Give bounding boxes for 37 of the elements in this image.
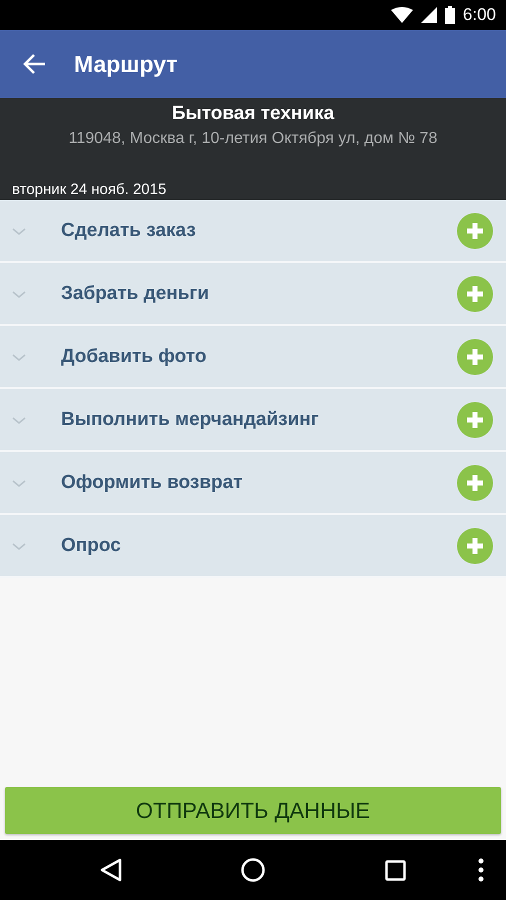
plus-icon [465,284,485,304]
action-row[interactable]: Сделать заказ [0,200,506,261]
add-button[interactable] [457,276,493,312]
plus-icon [465,536,485,556]
action-label: Забрать деньги [61,282,210,304]
action-label: Сделать заказ [61,220,197,242]
action-row[interactable]: Забрать деньги [0,263,506,324]
action-label: Добавить фото [61,346,208,368]
action-label: Выполнить мерчандайзинг [61,408,320,430]
action-row[interactable]: Выполнить мерчандайзинг [0,389,506,450]
plus-icon [465,472,485,492]
overflow-menu-button[interactable] [478,858,484,882]
action-label: Оформить возврат [61,472,244,494]
battery-icon [444,6,455,24]
send-data-button[interactable]: ОТПРАВИТЬ ДАННЫЕ [5,787,501,834]
store-name: Бытовая техника [172,103,334,125]
status-time: 6:00 [462,5,496,25]
add-button[interactable] [457,212,493,248]
plus-icon [465,346,485,366]
add-button[interactable] [457,464,493,500]
home-nav-button[interactable] [241,858,265,882]
store-address: 119048, Москва г, 10-летия Октября ул, дом № 78 [68,130,438,148]
add-button[interactable] [457,402,493,438]
add-button[interactable] [457,528,493,564]
action-row[interactable]: Оформить возврат [0,452,506,513]
recents-nav-button[interactable] [385,860,406,880]
add-button[interactable] [457,338,493,374]
signal-icon [420,7,437,23]
wifi-icon [390,7,413,23]
action-row[interactable]: Опрос [0,515,506,576]
visit-date: вторник 24 нояб. 2015 [12,181,168,198]
screen-title: Маршрут [74,50,178,78]
back-nav-button[interactable] [100,858,122,882]
plus-icon [465,220,485,240]
plus-icon [465,410,485,430]
action-label: Опрос [61,534,122,556]
action-row[interactable]: Добавить фото [0,326,506,387]
